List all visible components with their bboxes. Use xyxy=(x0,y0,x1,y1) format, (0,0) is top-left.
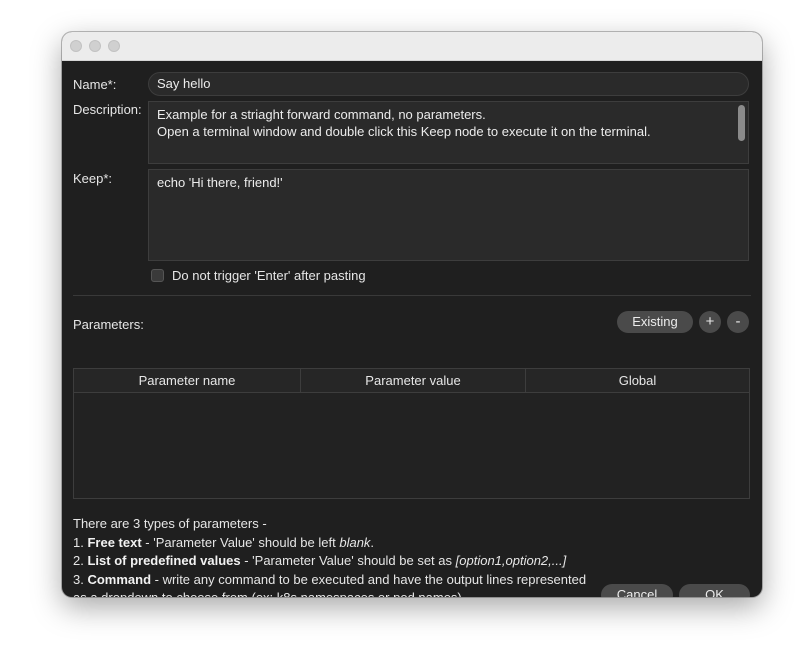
help-item-predefined-values: 2. List of predefined values - 'Paramete… xyxy=(73,553,567,568)
name-label: Name*: xyxy=(73,77,117,92)
parameters-table[interactable]: Parameter name Parameter value Global xyxy=(73,368,750,499)
keep-command-textarea[interactable]: echo 'Hi there, friend!' xyxy=(148,169,749,261)
parameters-help-text: There are 3 types of parameters - 1. Fre… xyxy=(73,515,613,597)
minimize-window-button[interactable] xyxy=(89,40,101,52)
help-item-free-text: 1. Free text - 'Parameter Value' should … xyxy=(73,534,375,550)
parameters-label: Parameters: xyxy=(73,317,144,332)
minus-icon: - xyxy=(735,313,741,330)
close-window-button[interactable] xyxy=(70,40,82,52)
no-enter-checkbox[interactable] xyxy=(151,269,164,282)
existing-button[interactable]: Existing xyxy=(617,311,693,333)
divider xyxy=(73,295,751,296)
zoom-window-button[interactable] xyxy=(108,40,120,52)
name-input[interactable]: Say hello xyxy=(148,72,749,96)
column-header-parameter-value[interactable]: Parameter value xyxy=(300,369,525,392)
description-textarea[interactable]: Example for a striaght forward command, … xyxy=(148,101,749,164)
description-line: Example for a striaght forward command, … xyxy=(157,107,486,122)
column-header-global[interactable]: Global xyxy=(525,369,749,392)
keep-editor-window: Name*: Say hello Description: Example fo… xyxy=(62,32,762,597)
help-item-command-cont: as a dropdown to choose from (ex: k8s na… xyxy=(73,589,613,597)
column-header-parameter-name[interactable]: Parameter name xyxy=(74,369,300,392)
help-intro: There are 3 types of parameters - xyxy=(73,516,267,531)
cancel-button[interactable]: Cancel xyxy=(601,584,673,597)
dialog-content: Name*: Say hello Description: Example fo… xyxy=(62,61,762,597)
description-line: Open a terminal window and double click … xyxy=(157,124,651,139)
add-parameter-button[interactable]: + xyxy=(699,311,721,333)
description-label: Description: xyxy=(73,102,142,117)
title-bar[interactable] xyxy=(62,32,762,61)
ok-button[interactable]: OK xyxy=(679,584,750,597)
keep-label: Keep*: xyxy=(73,171,113,186)
plus-icon: + xyxy=(705,313,715,330)
help-item-command: 3. Command - write any command to be exe… xyxy=(73,571,587,587)
table-header: Parameter name Parameter value Global xyxy=(74,369,749,393)
no-enter-label[interactable]: Do not trigger 'Enter' after pasting xyxy=(172,268,366,283)
description-scrollbar[interactable] xyxy=(738,105,745,141)
remove-parameter-button[interactable]: - xyxy=(727,311,749,333)
